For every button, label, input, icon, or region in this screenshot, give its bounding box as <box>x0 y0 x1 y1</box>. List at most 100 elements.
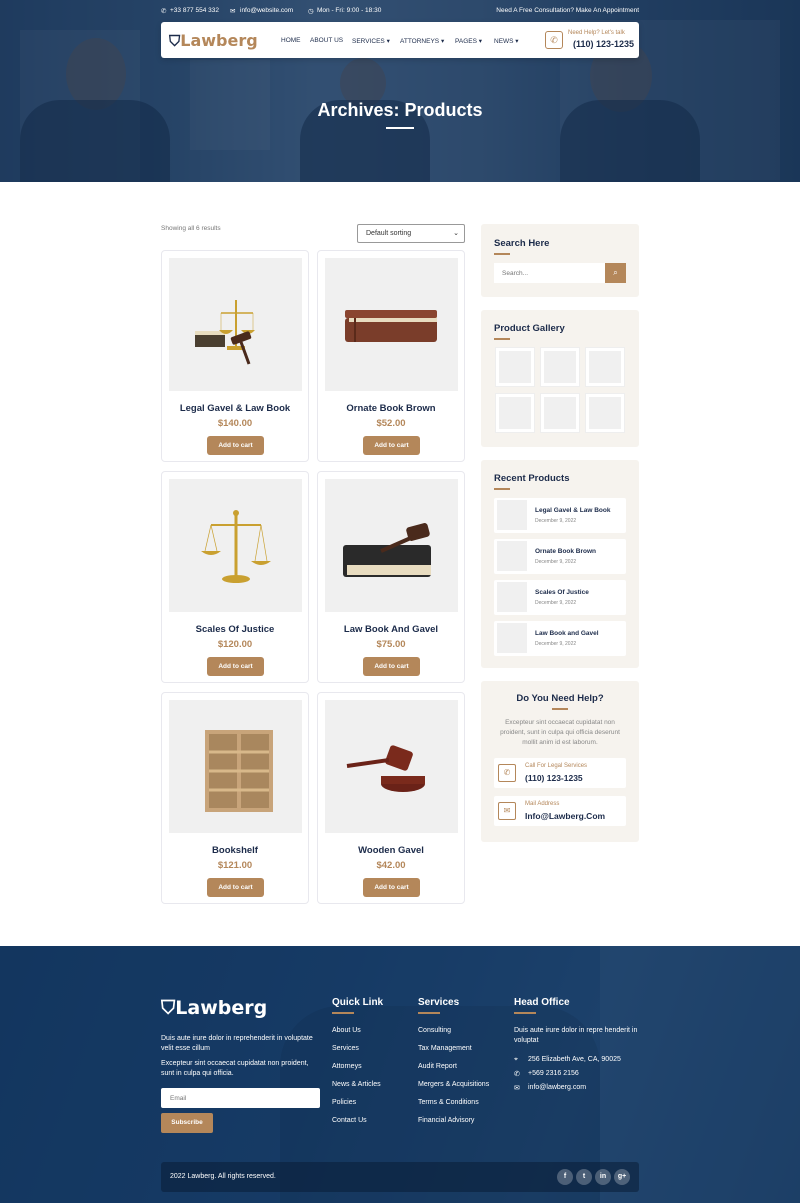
twitter-icon[interactable]: t <box>576 1169 592 1185</box>
recent-product-item[interactable]: Legal Gavel & Law Book December 9, 2022 <box>494 498 626 533</box>
gallery-thumb[interactable] <box>585 347 625 387</box>
footer-link[interactable]: Contact Us <box>332 1117 367 1124</box>
topbar-hours: Mon - Fri: 9:00 - 18:30 <box>317 7 382 14</box>
topbar-phone[interactable]: +33 877 554 332 <box>170 7 219 14</box>
nav-attorneys[interactable]: ATTORNEYS ▾ <box>400 37 444 45</box>
product-name[interactable]: Law Book And Gavel <box>318 624 464 635</box>
nav-pages[interactable]: PAGES ▾ <box>455 37 482 45</box>
recent-product-item[interactable]: Scales Of Justice December 9, 2022 <box>494 580 626 615</box>
product-name[interactable]: Bookshelf <box>162 845 308 856</box>
office-address: 256 Elizabeth Ave, CA, 90025 <box>528 1056 621 1063</box>
footer-link[interactable]: News & Articles <box>332 1081 381 1088</box>
product-price: $120.00 <box>217 639 253 650</box>
office-phone[interactable]: +569 2316 2156 <box>528 1070 579 1077</box>
product-name[interactable]: Scales Of Justice <box>162 624 308 635</box>
footer-link[interactable]: Services <box>332 1045 359 1052</box>
facebook-icon[interactable]: f <box>557 1169 573 1185</box>
gallery-thumb[interactable] <box>495 393 535 433</box>
title-underline <box>386 127 414 129</box>
product-image[interactable] <box>169 258 302 391</box>
add-to-cart-button[interactable]: Add to cart <box>363 436 420 455</box>
add-to-cart-button[interactable]: Add to cart <box>207 436 264 455</box>
product-card[interactable]: Bookshelf $121.00 Add to cart <box>161 692 309 904</box>
top-bar: ✆ +33 877 554 332 ✉ info@website.com ◷ M… <box>0 0 800 22</box>
add-to-cart-button[interactable]: Add to cart <box>363 657 420 676</box>
topbar-cta[interactable]: Need A Free Consultation? Make An Appoin… <box>496 7 639 14</box>
product-image[interactable] <box>169 700 302 833</box>
recent-product-item[interactable]: Ornate Book Brown December 9, 2022 <box>494 539 626 574</box>
product-price: $42.00 <box>376 860 406 871</box>
product-image[interactable] <box>325 479 458 612</box>
product-card[interactable]: Legal Gavel & Law Book $140.00 Add to ca… <box>161 250 309 462</box>
result-count: Showing all 6 results <box>161 225 221 232</box>
call-number[interactable]: (110) 123-1235 <box>573 39 634 49</box>
office-email[interactable]: info@lawberg.com <box>528 1084 586 1091</box>
add-to-cart-button[interactable]: Add to cart <box>363 878 420 897</box>
nav-home[interactable]: HOME <box>281 37 301 44</box>
footer-link[interactable]: Financial Advisory <box>418 1117 474 1124</box>
product-image[interactable] <box>325 700 458 833</box>
search-button[interactable]: ⌕ <box>605 263 626 283</box>
newsletter-email-input[interactable] <box>161 1088 320 1108</box>
help-widget: Do You Need Help? Excepteur sint occaeca… <box>481 681 639 842</box>
footer-link[interactable]: Policies <box>332 1099 356 1106</box>
footer-link[interactable]: Tax Management <box>418 1045 472 1052</box>
office-text: Duis aute irure dolor in repre henderit … <box>514 1027 638 1044</box>
footer: ⛉Lawberg Duis aute irure dolor in repreh… <box>0 946 800 1203</box>
clock-icon: ◷ <box>308 8 314 15</box>
gallery-thumb[interactable] <box>585 393 625 433</box>
add-to-cart-button[interactable]: Add to cart <box>207 657 264 676</box>
gallery-thumb[interactable] <box>540 347 580 387</box>
footer-about-text: Duis aute irure dolor in reprehenderit i… <box>161 1035 313 1052</box>
subscribe-button[interactable]: Subscribe <box>161 1113 213 1133</box>
widget-title: Product Gallery <box>494 323 565 334</box>
recent-product-item[interactable]: Law Book and Gavel December 9, 2022 <box>494 621 626 656</box>
nav-news[interactable]: NEWS ▾ <box>494 37 519 45</box>
nav-services[interactable]: SERVICES ▾ <box>352 37 390 45</box>
product-card[interactable]: Law Book And Gavel $75.00 Add to cart <box>317 471 465 683</box>
product-name[interactable]: Legal Gavel & Law Book <box>162 403 308 414</box>
add-to-cart-button[interactable]: Add to cart <box>207 878 264 897</box>
call-label: Need Help? Let's talk <box>568 30 625 36</box>
footer-link[interactable]: Mergers & Acquisitions <box>418 1081 489 1088</box>
mail-contact[interactable]: ✉ Mail Address Info@Lawberg.Com <box>494 796 626 826</box>
gallery-thumb[interactable] <box>540 393 580 433</box>
sorting-select[interactable]: Default sorting ⌄ <box>357 224 465 243</box>
footer-link[interactable]: Terms & Conditions <box>418 1099 479 1106</box>
linkedin-icon[interactable]: in <box>595 1169 611 1185</box>
product-image[interactable] <box>325 258 458 391</box>
product-price: $140.00 <box>217 418 253 429</box>
hero-banner: ✆ +33 877 554 332 ✉ info@website.com ◷ M… <box>0 0 800 182</box>
product-card[interactable]: Ornate Book Brown $52.00 Add to cart <box>317 250 465 462</box>
product-card[interactable]: Scales Of Justice $120.00 Add to cart <box>161 471 309 683</box>
nav-about[interactable]: ABOUT US <box>310 37 343 44</box>
envelope-icon: ✉ <box>498 802 516 820</box>
product-image[interactable] <box>169 479 302 612</box>
google-plus-icon[interactable]: g+ <box>614 1169 630 1185</box>
search-input[interactable] <box>494 263 605 283</box>
location-icon: ⌖ <box>514 1056 518 1063</box>
footer-link[interactable]: About Us <box>332 1027 361 1034</box>
chevron-down-icon: ⌄ <box>453 230 459 237</box>
product-price: $121.00 <box>217 860 253 871</box>
gallery-thumb[interactable] <box>495 347 535 387</box>
product-name[interactable]: Wooden Gavel <box>318 845 464 856</box>
product-price: $52.00 <box>376 418 406 429</box>
gallery-widget: Product Gallery <box>481 310 639 447</box>
topbar-email[interactable]: info@website.com <box>240 7 293 14</box>
logo[interactable]: ⛉Lawberg <box>169 31 258 50</box>
product-price: $75.00 <box>376 639 406 650</box>
product-name[interactable]: Ornate Book Brown <box>318 403 464 414</box>
page-title: Archives: Products <box>317 100 483 120</box>
footer-logo[interactable]: ⛉Lawberg <box>161 997 267 1019</box>
call-contact[interactable]: ✆ Call For Legal Services (110) 123-1235 <box>494 758 626 788</box>
main-navbar: ⛉Lawberg HOME ABOUT US SERVICES ▾ ATTORN… <box>161 22 639 58</box>
footer-link[interactable]: Attorneys <box>332 1063 362 1070</box>
footer-link[interactable]: Audit Report <box>418 1063 457 1070</box>
product-card[interactable]: Wooden Gavel $42.00 Add to cart <box>317 692 465 904</box>
phone-icon: ✆ <box>161 8 167 15</box>
phone-icon: ✆ <box>498 764 516 782</box>
footer-link[interactable]: Consulting <box>418 1027 451 1034</box>
services-title: Services <box>418 997 460 1008</box>
footer-about-text-2: Excepteur sint occaecat cupidatat non pr… <box>161 1060 309 1077</box>
